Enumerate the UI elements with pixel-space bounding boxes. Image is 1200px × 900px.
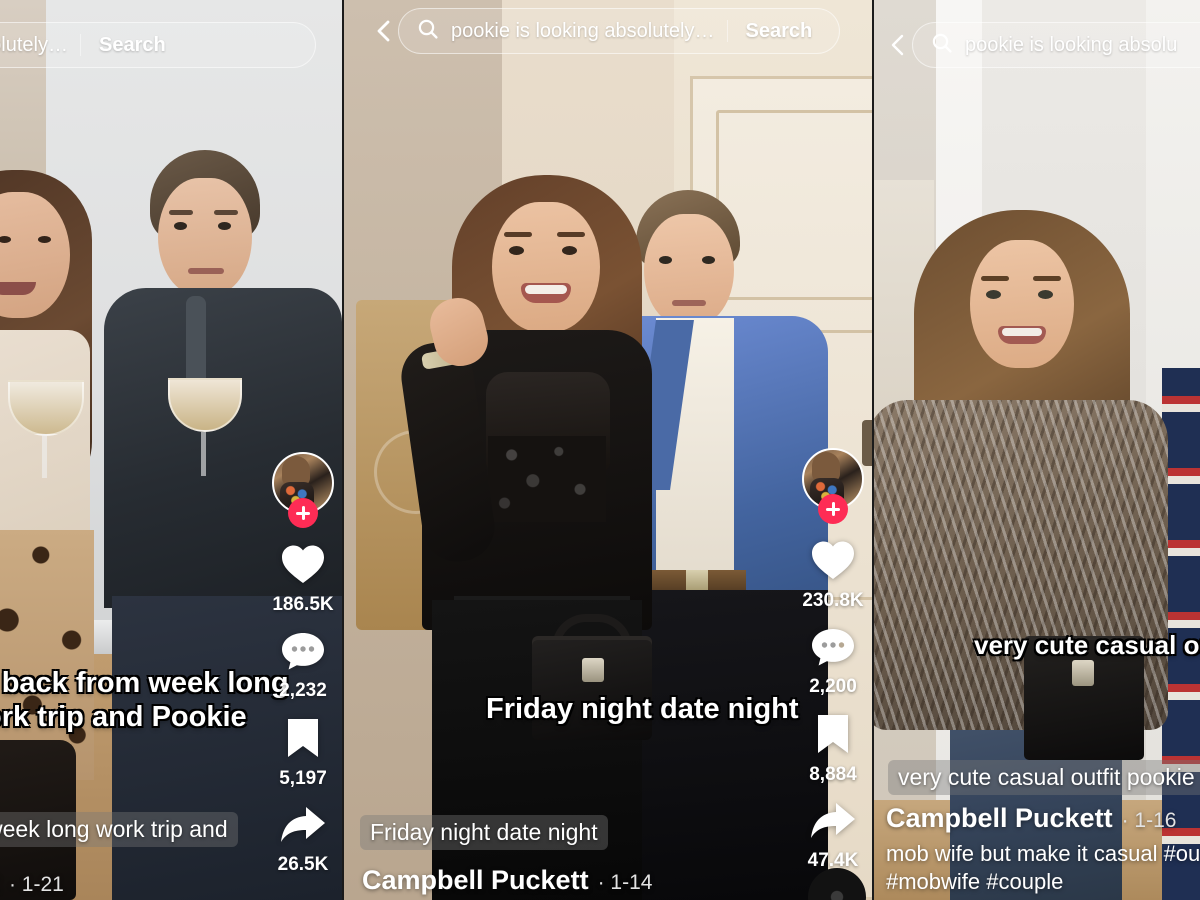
search-bar-middle[interactable]: pookie is looking absolutely… Search bbox=[370, 8, 840, 54]
heart-icon bbox=[279, 542, 327, 591]
search-query-text: pookie is looking absolu bbox=[965, 33, 1178, 56]
video-sticker-caption: t back from week long ork trip and Pooki… bbox=[0, 667, 289, 734]
avatar[interactable] bbox=[272, 452, 334, 528]
action-rail-middle: 230.8K 2,200 8,884 47.4K bbox=[802, 448, 864, 886]
bookmark-button[interactable]: 5,197 bbox=[279, 716, 327, 790]
divider bbox=[80, 34, 81, 56]
post-date: · 1-14 bbox=[597, 871, 653, 894]
comment-bubble-icon bbox=[810, 626, 856, 673]
search-input-middle[interactable]: pookie is looking absolutely… Search bbox=[398, 8, 840, 54]
post-date: · 1-21 bbox=[8, 873, 64, 896]
search-input-left[interactable]: is looking absolutely… Search bbox=[0, 22, 316, 68]
video-meta-right: Campbell Puckett · 1-16 bbox=[886, 803, 1176, 834]
avatar[interactable] bbox=[802, 448, 864, 524]
search-button[interactable]: Search bbox=[740, 20, 813, 43]
share-count: 26.5K bbox=[277, 854, 329, 875]
comment-bubble-icon bbox=[280, 630, 326, 677]
search-bar-right[interactable]: pookie is looking absolu bbox=[884, 22, 1200, 68]
author-name[interactable]: Campbell Puckett bbox=[362, 865, 589, 896]
video-thumbnail-middle[interactable] bbox=[344, 0, 872, 900]
like-button[interactable]: 230.8K bbox=[802, 538, 864, 612]
search-button[interactable]: Search bbox=[93, 34, 166, 57]
back-chevron-icon[interactable] bbox=[884, 31, 912, 59]
search-input-right[interactable]: pookie is looking absolu bbox=[912, 22, 1200, 68]
like-button[interactable]: 186.5K bbox=[272, 542, 334, 616]
video-description: mob wife but make it casual #outf #mobwi… bbox=[886, 840, 1200, 894]
video-meta-left: tt · 1-21 bbox=[0, 867, 64, 898]
video-card-right[interactable]: pookie is looking absolu very cute casua… bbox=[872, 0, 1200, 900]
share-arrow-icon bbox=[279, 804, 327, 851]
bookmark-count: 5,197 bbox=[279, 768, 327, 789]
bookmark-icon bbox=[814, 712, 852, 761]
like-count: 186.5K bbox=[272, 594, 334, 615]
search-icon bbox=[931, 32, 953, 59]
video-sticker-caption: Friday night date night bbox=[486, 693, 799, 725]
search-icon bbox=[417, 18, 439, 45]
share-button[interactable]: 26.5K bbox=[277, 804, 329, 876]
auto-caption: Friday night date night bbox=[360, 815, 608, 850]
auto-caption: week long work trip and bbox=[0, 812, 238, 847]
comment-button[interactable]: 2,232 bbox=[279, 630, 327, 702]
bookmark-count: 8,884 bbox=[809, 764, 857, 785]
bookmark-icon bbox=[284, 716, 322, 765]
video-card-middle[interactable]: pookie is looking absolutely… Search 230… bbox=[342, 0, 872, 900]
share-button[interactable]: 47.4K bbox=[808, 800, 858, 872]
search-bar-left[interactable]: is looking absolutely… Search bbox=[0, 22, 316, 68]
post-date: · 1-16 bbox=[1121, 809, 1177, 832]
action-rail-left: 186.5K 2,232 5,197 26.5K bbox=[272, 452, 334, 890]
auto-caption: very cute casual outfit pookie bbox=[888, 760, 1200, 795]
plus-icon[interactable] bbox=[288, 498, 318, 528]
share-arrow-icon bbox=[809, 800, 857, 847]
comment-button[interactable]: 2,200 bbox=[809, 626, 857, 698]
search-query-text: pookie is looking absolutely… bbox=[451, 19, 715, 42]
plus-icon[interactable] bbox=[818, 494, 848, 524]
video-meta-middle: Campbell Puckett · 1-14 bbox=[362, 865, 652, 896]
search-results-grid: is looking absolutely… Search 186.5K 2 bbox=[0, 0, 1200, 900]
video-card-left[interactable]: is looking absolutely… Search 186.5K 2 bbox=[0, 0, 342, 900]
heart-icon bbox=[809, 538, 857, 587]
video-sticker-caption: very cute casual outfit bbox=[974, 630, 1200, 660]
comment-count: 2,232 bbox=[279, 680, 327, 701]
like-count: 230.8K bbox=[802, 590, 864, 611]
bookmark-button[interactable]: 8,884 bbox=[809, 712, 857, 786]
divider bbox=[726, 20, 728, 42]
author-name[interactable]: Campbell Puckett bbox=[886, 803, 1113, 834]
search-query-text: is looking absolutely… bbox=[0, 33, 68, 56]
comment-count: 2,200 bbox=[809, 676, 857, 697]
back-chevron-icon[interactable] bbox=[370, 17, 398, 45]
